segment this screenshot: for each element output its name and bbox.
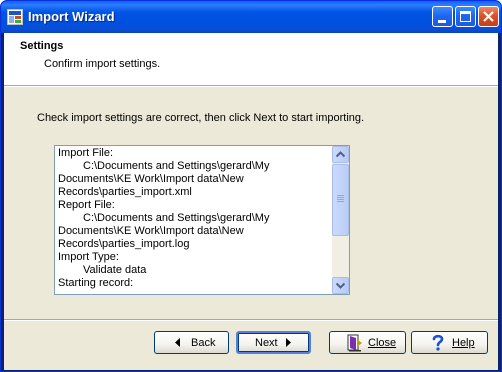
next-button-label: Next [255, 337, 278, 349]
close-button-label: Close [368, 337, 397, 349]
scrollbar-thumb[interactable] [332, 164, 349, 236]
settings-summary-line: Records\parties_import.log [58, 238, 190, 250]
maximize-icon [460, 11, 471, 22]
settings-summary-line: C:\Documents and Settings\gerard\My [83, 160, 270, 172]
help-button[interactable]: Help [411, 331, 488, 354]
arrow-right-icon [286, 338, 291, 347]
settings-summary-text[interactable]: Import File: C:\Documents and Settings\ge… [58, 147, 332, 293]
page-subtitle: Confirm import settings. [44, 58, 161, 70]
window-title: Import Wizard [28, 9, 115, 24]
next-button[interactable]: Next [236, 331, 311, 354]
close-button[interactable]: Close [329, 331, 406, 354]
scroll-down-icon [336, 282, 345, 289]
close-window-button[interactable] [478, 6, 499, 27]
question-mark-icon [432, 334, 444, 351]
wizard-header: Settings Confirm import settings. [4, 33, 498, 86]
close-icon [483, 11, 494, 22]
vertical-scrollbar[interactable] [332, 146, 349, 294]
settings-summary-box[interactable]: Import File: C:\Documents and Settings\ge… [54, 145, 350, 295]
settings-summary-line: Records\parties_import.xml [58, 186, 192, 198]
import-wizard-window: Import Wizard Settings Confirm import se… [0, 0, 502, 372]
back-button-label: Back [191, 337, 216, 349]
arrow-left-icon [175, 338, 180, 347]
settings-summary-line: Documents\KE Work\Import data\New [58, 173, 244, 185]
settings-summary-line: Validate data [83, 264, 147, 276]
title-bar[interactable]: Import Wizard [1, 1, 501, 33]
scroll-up-button[interactable] [332, 146, 349, 163]
app-icon[interactable] [7, 9, 23, 25]
door-exit-icon [347, 334, 362, 352]
button-bar-separator [4, 319, 498, 321]
scroll-down-button[interactable] [332, 277, 349, 294]
settings-summary-line: Report File: [58, 199, 115, 211]
page-title: Settings [20, 40, 64, 52]
minimize-button[interactable] [432, 6, 453, 27]
minimize-icon [438, 20, 446, 23]
settings-summary-line: Documents\KE Work\Import data\New [58, 225, 244, 237]
instruction-text: Check import settings are correct, then … [37, 112, 365, 124]
settings-summary-line: Starting record: [58, 277, 134, 289]
scroll-up-icon [336, 151, 345, 158]
settings-summary-line: Import Type: [58, 251, 119, 263]
help-button-label: Help [452, 337, 475, 349]
maximize-button[interactable] [455, 6, 476, 27]
settings-summary-line: Import File: [58, 147, 114, 159]
settings-summary-line: C:\Documents and Settings\gerard\My [83, 212, 270, 224]
wizard-client-area: Settings Confirm import settings. Check … [4, 33, 498, 370]
back-button[interactable]: Back [154, 331, 229, 354]
